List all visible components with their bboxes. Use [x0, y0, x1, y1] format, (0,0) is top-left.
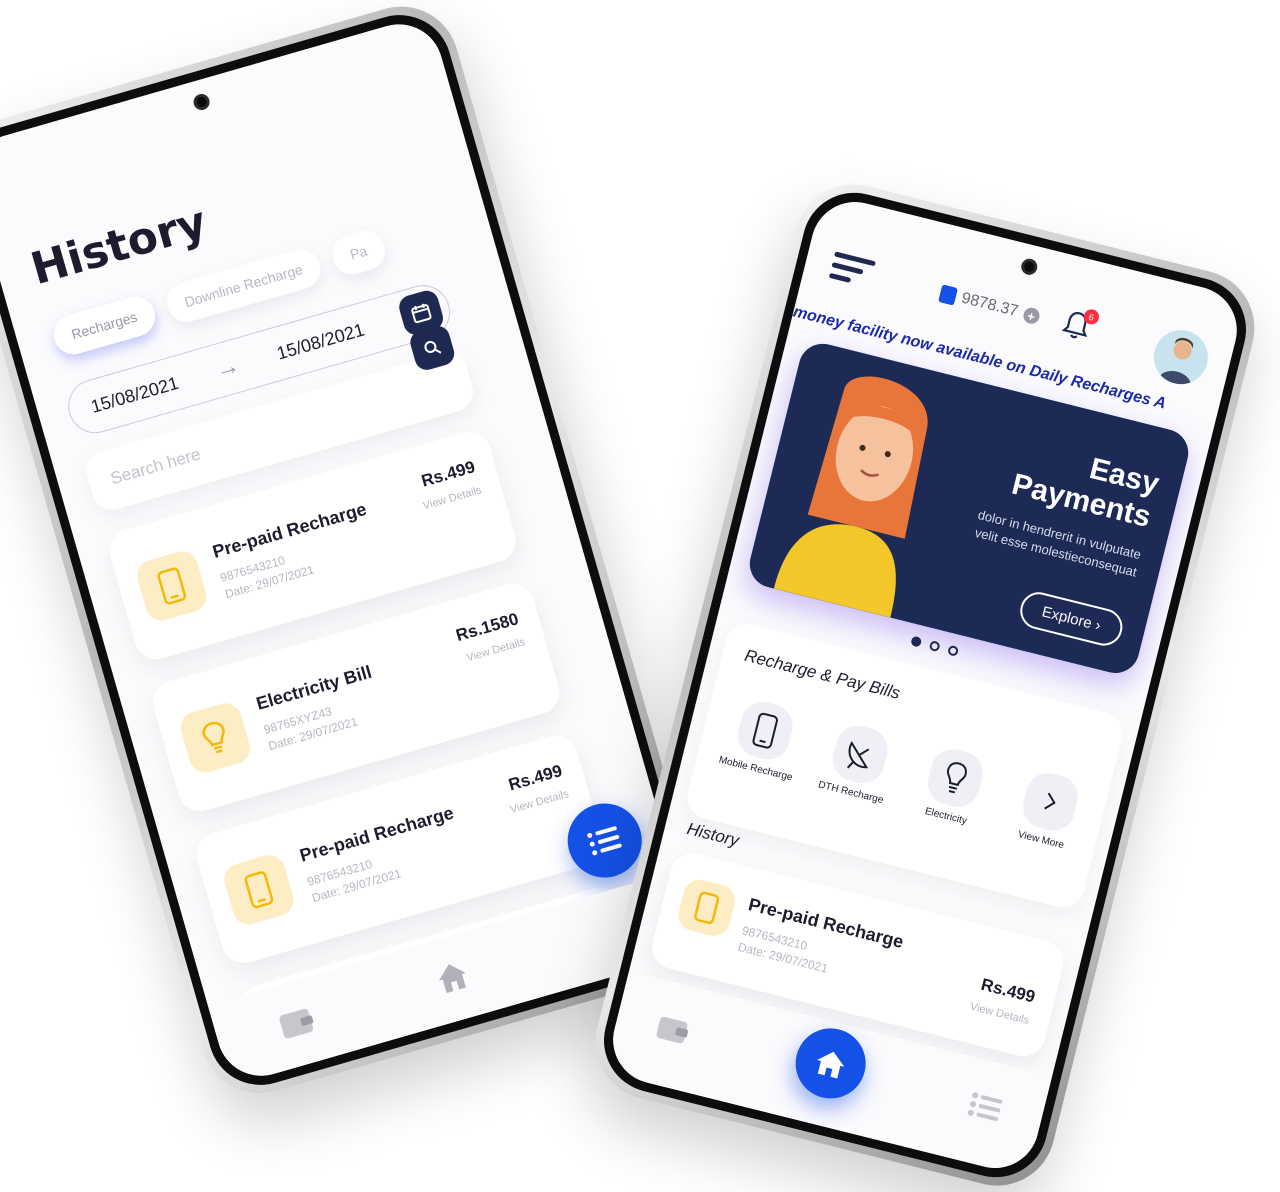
camera-icon	[191, 92, 212, 112]
service-view-more[interactable]: View More	[1001, 765, 1096, 855]
section-title: Recharge & Pay Bills	[742, 645, 903, 703]
date-to[interactable]: 15/08/2021	[274, 319, 366, 364]
satellite-dish-icon	[828, 720, 893, 788]
home-button[interactable]	[788, 1020, 874, 1106]
bulb-icon	[923, 744, 988, 812]
phone-icon	[220, 851, 298, 929]
transaction-meta: Rs.499 View Details	[969, 974, 1037, 1027]
mobile-icon	[733, 697, 798, 765]
transaction-info: Pre-paid Recharge 9876543210 Date: 29/07…	[736, 894, 905, 994]
service-dth-recharge[interactable]: DTH Recharge	[811, 718, 906, 808]
avatar[interactable]	[1148, 324, 1214, 390]
camera-icon	[1019, 257, 1039, 277]
chevron-right-icon	[1018, 768, 1083, 836]
wallet-icon[interactable]	[652, 1010, 693, 1052]
carousel-dot[interactable]	[910, 635, 923, 648]
service-label: View More	[1016, 829, 1066, 852]
phone-icon	[675, 876, 739, 940]
phone-bezel: History Recharges Downline Recharge Pa 1…	[0, 2, 710, 1098]
list-icon	[587, 826, 622, 856]
phone-bezel: 9878.37 + 6 money facility now available…	[592, 181, 1258, 1189]
phone-icon	[133, 547, 211, 625]
history-screen: History Recharges Downline Recharge Pa 1…	[0, 13, 699, 1087]
service-label: Mobile Recharge	[717, 754, 794, 784]
wallet-balance[interactable]: 9878.37 +	[938, 284, 1042, 326]
balance-value: 9878.37	[959, 289, 1020, 321]
bell-icon[interactable]: 6	[1058, 307, 1101, 348]
wallet-icon	[938, 284, 958, 306]
bulb-icon	[177, 699, 254, 777]
carousel-dot[interactable]	[947, 644, 960, 657]
explore-button[interactable]: Explore ›	[1016, 588, 1127, 650]
carousel-dot[interactable]	[928, 640, 941, 653]
home-screen: 9878.37 + 6 money facility now available…	[603, 192, 1247, 1178]
service-label: DTH Recharge	[817, 779, 885, 807]
page-title: History	[25, 196, 213, 296]
service-mobile-recharge[interactable]: Mobile Recharge	[715, 694, 810, 784]
service-label: Electricity	[923, 805, 968, 827]
service-electricity[interactable]: Electricity	[906, 741, 1001, 831]
character-illustration	[773, 376, 928, 618]
home-icon	[817, 1051, 845, 1079]
list-icon[interactable]	[965, 1090, 1006, 1130]
explore-label: Explore	[1040, 603, 1094, 633]
tab-downline-recharge[interactable]: Downline Recharge	[162, 244, 326, 327]
wallet-icon[interactable]	[275, 1001, 320, 1046]
date-from[interactable]: 15/08/2021	[89, 372, 181, 417]
home-phone: 9878.37 + 6 money facility now available…	[583, 172, 1267, 1192]
menu-icon[interactable]	[827, 251, 876, 293]
add-money-icon[interactable]: +	[1021, 306, 1042, 326]
service-grid: Mobile Recharge DTH Recharge Electricity…	[715, 694, 1096, 855]
tab-recharges[interactable]: Recharges	[48, 292, 160, 360]
search-placeholder: Search here	[108, 444, 203, 489]
history-phone: History Recharges Downline Recharge Pa 1…	[0, 0, 720, 1108]
transaction-amount: Rs.499	[979, 974, 1038, 1007]
arrow-right-icon: →	[212, 351, 243, 384]
tab-partial[interactable]: Pa	[327, 226, 390, 280]
home-icon[interactable]	[431, 956, 476, 1001]
